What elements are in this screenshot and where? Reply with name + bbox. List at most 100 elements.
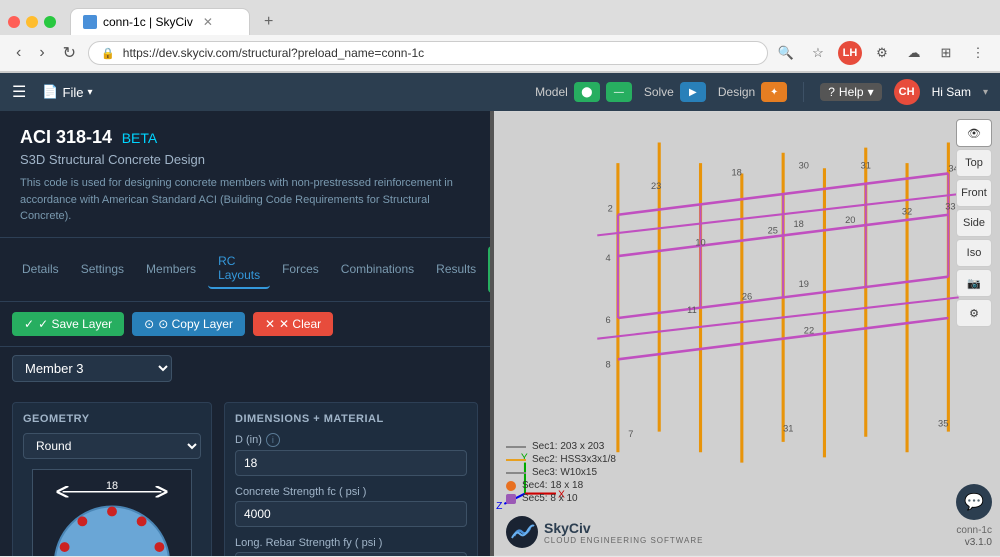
- geometry-type-select[interactable]: Round: [23, 433, 201, 459]
- user-avatar[interactable]: CH: [894, 79, 920, 105]
- file-icon: 📄: [42, 84, 58, 100]
- panel-header: ACI 318-14 BETA S3D Structural Concrete …: [0, 111, 490, 238]
- cloud-icon[interactable]: ☁: [902, 41, 926, 65]
- help-icon: ?: [828, 85, 835, 99]
- svg-text:31: 31: [861, 160, 871, 170]
- svg-text:Z: Z: [496, 501, 502, 512]
- legend-line-sec3: [506, 472, 526, 474]
- legend-line-sec1: [506, 446, 526, 448]
- tab-favicon: [83, 15, 97, 29]
- extensions-icon[interactable]: ⚙: [870, 41, 894, 65]
- file-menu[interactable]: 📄 File ▾: [42, 84, 92, 100]
- view-settings-btn[interactable]: ⚙: [956, 299, 992, 327]
- top-view-btn[interactable]: Top: [956, 149, 992, 177]
- dimensions-panel: Dimensions + Material D (in) i Concrete …: [224, 402, 478, 557]
- copy-layer-button[interactable]: ⊙ ⊙ Copy Layer: [132, 312, 245, 336]
- tab-forces[interactable]: Forces: [272, 257, 329, 281]
- active-tab[interactable]: conn-1c | SkyCiv ✕: [70, 8, 250, 35]
- camera-icon: 📷: [967, 277, 981, 290]
- tab-rc-layouts[interactable]: RC Layouts: [208, 249, 270, 289]
- hi-label: Hi Sam: [932, 85, 971, 99]
- svg-text:7: 7: [628, 429, 633, 439]
- tab-details[interactable]: Details: [12, 257, 69, 281]
- legend-dot-sec5: [506, 494, 516, 504]
- app: ☰ 📄 File ▾ Model ⬤ — Solve ▶ Design ✦: [0, 73, 1000, 556]
- minimize-button[interactable]: [26, 16, 38, 28]
- toolbar-right: Model ⬤ — Solve ▶ Design ✦ ? Help ▾ CH H…: [535, 79, 988, 105]
- help-button[interactable]: ? Help ▾: [820, 83, 881, 101]
- member-select[interactable]: Member 3: [12, 355, 172, 382]
- clear-icon: ✕: [265, 317, 275, 331]
- bookmark-icon[interactable]: ⊞: [934, 41, 958, 65]
- svg-text:35: 35: [938, 418, 948, 428]
- menu-icon[interactable]: ⋮: [966, 41, 990, 65]
- design-run-btn[interactable]: ✦: [761, 82, 787, 102]
- svg-text:23: 23: [651, 181, 661, 191]
- close-tab-icon[interactable]: ✕: [203, 15, 213, 29]
- svg-text:18: 18: [106, 479, 118, 491]
- panel-description: This code is used for designing concrete…: [20, 175, 470, 225]
- browser-controls: ‹ › ↻ 🔒 https://dev.skyciv.com/structura…: [0, 35, 1000, 72]
- url-text: https://dev.skyciv.com/structural?preloa…: [123, 46, 424, 60]
- svg-text:26: 26: [742, 291, 752, 301]
- refresh-button[interactable]: ↻: [57, 41, 82, 65]
- front-view-btn[interactable]: Front: [956, 179, 992, 207]
- circle-svg: 18: [33, 470, 191, 557]
- long-rebar-label: Long. Rebar Strength fy ( psi ): [235, 537, 467, 549]
- clear-button[interactable]: ✕ ✕ Clear: [253, 312, 333, 336]
- model-node-btn[interactable]: ⬤: [574, 82, 600, 102]
- tab-bar: conn-1c | SkyCiv ✕ +: [0, 0, 1000, 35]
- save-layer-button[interactable]: ✓ ✓ Save Layer: [12, 312, 124, 336]
- profile-icon[interactable]: LH: [838, 41, 862, 65]
- model-section: Model ⬤ —: [535, 82, 632, 102]
- forward-button[interactable]: ›: [33, 42, 50, 64]
- geometry-section-title: Geometry: [23, 413, 201, 425]
- legend-line-sec2: [506, 459, 526, 461]
- svg-text:6: 6: [606, 315, 611, 325]
- solve-run-btn[interactable]: ▶: [680, 82, 706, 102]
- perspective-view-btn[interactable]: 👁: [956, 119, 992, 147]
- long-rebar-input[interactable]: [235, 552, 467, 557]
- iso-view-btn[interactable]: Iso: [956, 239, 992, 267]
- skyciv-logo: SkyCiv CLOUD ENGINEERING SOFTWARE: [506, 516, 704, 548]
- view-controls: 👁 Top Front Side Iso 📷 ⚙: [956, 119, 992, 327]
- dimension-label: D (in) i: [235, 433, 467, 447]
- toolbar-left: ☰ 📄 File ▾: [12, 82, 93, 102]
- close-button[interactable]: [8, 16, 20, 28]
- svg-text:8: 8: [606, 360, 611, 370]
- svg-text:18: 18: [793, 219, 803, 229]
- screenshot-btn[interactable]: 📷: [956, 269, 992, 297]
- chat-button[interactable]: 💬: [956, 484, 992, 520]
- model-member-btn[interactable]: —: [606, 82, 632, 102]
- search-icon[interactable]: 🔍: [774, 41, 798, 65]
- tab-settings[interactable]: Settings: [71, 257, 134, 281]
- maximize-button[interactable]: [44, 16, 56, 28]
- tab-members[interactable]: Members: [136, 257, 206, 281]
- url-bar[interactable]: 🔒 https://dev.skyciv.com/structural?prel…: [88, 41, 768, 65]
- dimension-input[interactable]: [235, 450, 467, 476]
- legend-item-sec4: Sec4: 18 x 18: [506, 480, 616, 491]
- svg-text:18: 18: [732, 168, 742, 178]
- browser-icons: 🔍 ☆ LH ⚙ ☁ ⊞ ⋮: [774, 41, 990, 65]
- concrete-strength-input[interactable]: [235, 501, 467, 527]
- tab-combinations[interactable]: Combinations: [331, 257, 424, 281]
- dimension-info-icon[interactable]: i: [266, 433, 280, 447]
- chat-icon: 💬: [964, 492, 984, 512]
- svg-text:11: 11: [687, 305, 697, 315]
- back-button[interactable]: ‹: [10, 42, 27, 64]
- side-view-btn[interactable]: Side: [956, 209, 992, 237]
- traffic-lights: [8, 16, 56, 28]
- svg-text:2: 2: [608, 204, 613, 214]
- tab-results[interactable]: Results: [426, 257, 486, 281]
- save-check-icon: ✓: [24, 317, 34, 331]
- star-icon[interactable]: ☆: [806, 41, 830, 65]
- geometry-panel: Geometry Round: [12, 402, 212, 557]
- concrete-strength-label: Concrete Strength fc ( psi ): [235, 486, 467, 498]
- new-tab-button[interactable]: +: [256, 9, 281, 35]
- svg-text:20: 20: [845, 215, 855, 225]
- hamburger-icon[interactable]: ☰: [12, 82, 26, 102]
- tabs-bar: Details Settings Members RC Layouts Forc…: [0, 238, 490, 302]
- action-buttons: ✓ ✓ Save Layer ⊙ ⊙ Copy Layer ✕ ✕ Clear: [0, 302, 490, 347]
- settings-icon: ⚙: [969, 307, 979, 320]
- legend-item-sec2: Sec2: HSS3x3x1/8: [506, 454, 616, 465]
